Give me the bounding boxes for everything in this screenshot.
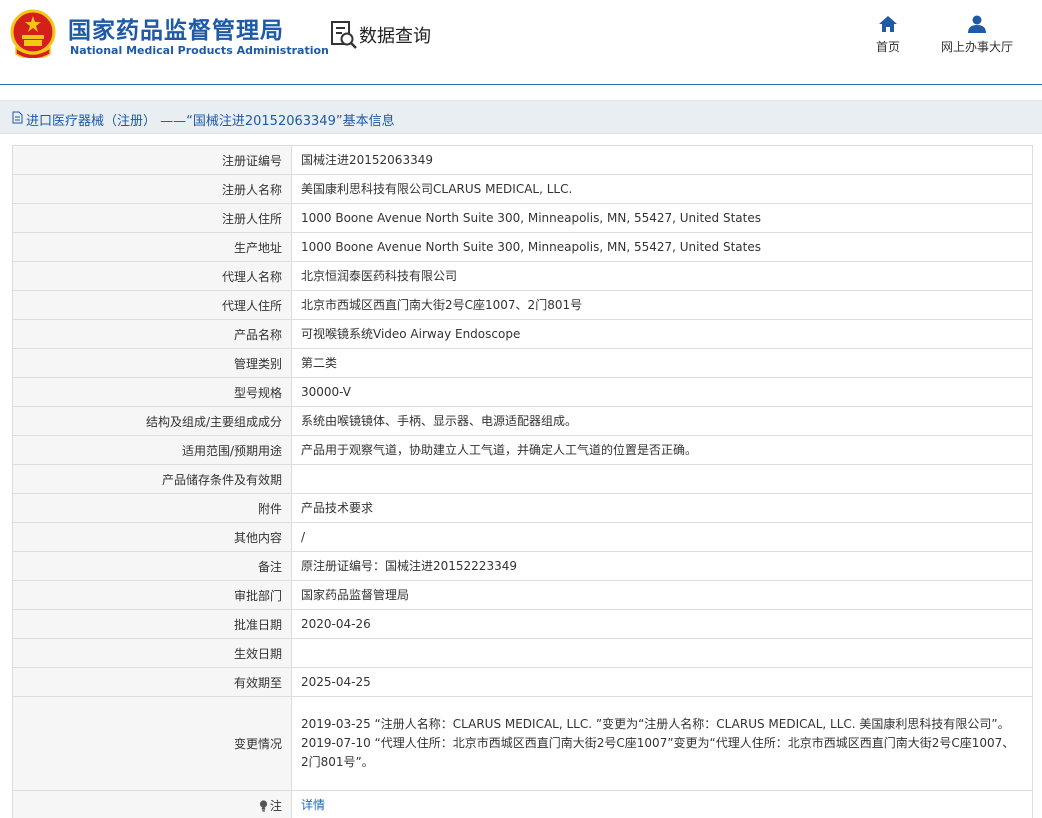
site-logo-subtitle: National Medical Products Administration bbox=[70, 44, 329, 57]
national-emblem-icon bbox=[10, 9, 56, 58]
page-title-bar: 进口医疗器械（注册） ——“国械注进20152063349”基本信息 bbox=[0, 100, 1042, 134]
field-13-label: 其他内容 bbox=[12, 522, 292, 552]
data-query-icon bbox=[331, 21, 357, 49]
nav-home-label: 首页 bbox=[875, 40, 900, 54]
table-row: 产品储存条件及有效期 bbox=[12, 464, 1033, 494]
table-row: 注册人名称 美国康利思科技有限公司CLARUS MEDICAL, LLC. bbox=[12, 174, 1033, 204]
field-10-label: 适用范围/预期用途 bbox=[12, 435, 292, 465]
field-3-label: 生产地址 bbox=[12, 232, 292, 262]
device-info-table: 注册证编号 国械注进20152063349 注册人名称 美国康利思科技有限公司CLAR… bbox=[12, 145, 1033, 818]
field-3-value: 1000 Boone Avenue North Suite 300, Minne… bbox=[291, 232, 1033, 262]
field-8-value: 30000-V bbox=[291, 377, 1033, 407]
field-0-value: 国械注进20152063349 bbox=[291, 145, 1033, 175]
field-12-value: 产品技术要求 bbox=[291, 493, 1033, 523]
table-row: 代理人住所 北京市西城区西直门南大街2号C座1007、2门801号 bbox=[12, 290, 1033, 320]
table-row: 生产地址 1000 Boone Avenue North Suite 300, M… bbox=[12, 232, 1033, 262]
table-row: 代理人名称 北京恒润泰医药科技有限公司 bbox=[12, 261, 1033, 291]
field-16-value: 2020-04-26 bbox=[291, 609, 1033, 639]
table-row: 生效日期 bbox=[12, 638, 1033, 668]
field-5-value: 北京市西城区西直门南大街2号C座1007、2门801号 bbox=[291, 290, 1033, 320]
header-divider bbox=[0, 84, 1042, 85]
table-row: 型号规格 30000-V bbox=[12, 377, 1033, 407]
table-row: 结构及组成/主要组成成分 系统由喉镜镜体、手柄、显示器、电源适配器组成。 bbox=[12, 406, 1033, 436]
field-1-value: 美国康利思科技有限公司CLARUS MEDICAL, LLC. bbox=[291, 174, 1033, 204]
field-17-value bbox=[291, 638, 1033, 668]
field-4-value: 北京恒润泰医药科技有限公司 bbox=[291, 261, 1033, 291]
field-6-value: 可视喉镜系统Video Airway Endoscope bbox=[291, 319, 1033, 349]
table-row-note: 注 详情 bbox=[12, 790, 1033, 818]
field-18-label: 有效期至 bbox=[12, 667, 292, 697]
field-14-value: 原注册证编号：国械注进20152223349 bbox=[291, 551, 1033, 581]
table-row: 审批部门 国家药品监督管理局 bbox=[12, 580, 1033, 610]
field-9-value: 系统由喉镜镜体、手柄、显示器、电源适配器组成。 bbox=[291, 406, 1033, 436]
nav-online-hall-label: 网上办事大厅 bbox=[940, 40, 1013, 54]
note-label-cell: 注 bbox=[12, 790, 292, 818]
table-row: 批准日期 2020-04-26 bbox=[12, 609, 1033, 639]
field-6-label: 产品名称 bbox=[12, 319, 292, 349]
table-row: 注册人住所 1000 Boone Avenue North Suite 300, … bbox=[12, 203, 1033, 233]
table-row: 备注 原注册证编号：国械注进20152223349 bbox=[12, 551, 1033, 581]
field-15-label: 审批部门 bbox=[12, 580, 292, 610]
field-9-label: 结构及组成/主要组成成分 bbox=[12, 406, 292, 436]
field-2-value: 1000 Boone Avenue North Suite 300, Minne… bbox=[291, 203, 1033, 233]
table-row: 注册证编号 国械注进20152063349 bbox=[12, 145, 1033, 175]
field-7-label: 管理类别 bbox=[12, 348, 292, 378]
field-13-value: / bbox=[291, 522, 1033, 552]
field-4-label: 代理人名称 bbox=[12, 261, 292, 291]
field-7-value: 第二类 bbox=[291, 348, 1033, 378]
change-entry: 2019-03-25 “注册人名称：CLARUS MEDICAL, LLC. ”… bbox=[301, 717, 1010, 731]
field-16-label: 批准日期 bbox=[12, 609, 292, 639]
home-icon bbox=[879, 16, 897, 32]
document-icon bbox=[12, 111, 23, 124]
field-11-label: 产品储存条件及有效期 bbox=[12, 464, 292, 494]
field-0-label: 注册证编号 bbox=[12, 145, 292, 175]
table-row: 管理类别 第二类 bbox=[12, 348, 1033, 378]
user-icon bbox=[968, 15, 986, 33]
lightbulb-icon bbox=[259, 799, 268, 812]
field-14-label: 备注 bbox=[12, 551, 292, 581]
field-8-label: 型号规格 bbox=[12, 377, 292, 407]
table-row: 其他内容 / bbox=[12, 522, 1033, 552]
page-title: 进口医疗器械（注册） ——“国械注进20152063349”基本信息 bbox=[26, 114, 395, 129]
field-1-label: 注册人名称 bbox=[12, 174, 292, 204]
nav-online-hall-link[interactable]: 网上办事大厅 bbox=[934, 14, 1020, 62]
table-row: 有效期至 2025-04-25 bbox=[12, 667, 1033, 697]
table-row: 附件 产品技术要求 bbox=[12, 493, 1033, 523]
data-query-label: 数据查询 bbox=[359, 26, 431, 47]
field-15-value: 国家药品监督管理局 bbox=[291, 580, 1033, 610]
nav-home-link[interactable]: 首页 bbox=[866, 14, 910, 62]
field-17-label: 生效日期 bbox=[12, 638, 292, 668]
field-12-label: 附件 bbox=[12, 493, 292, 523]
change-entry: 2019-07-10 “代理人住所：北京市西城区西直门南大街2号C座1007”变… bbox=[301, 736, 1015, 769]
field-11-value bbox=[291, 464, 1033, 494]
field-10-value: 产品用于观察气道，协助建立人工气道，并确定人工气道的位置是否正确。 bbox=[291, 435, 1033, 465]
note-label: 注 bbox=[269, 798, 282, 813]
note-value-cell: 详情 bbox=[291, 790, 1033, 818]
details-link[interactable]: 详情 bbox=[301, 798, 325, 812]
changes-label: 变更情况 bbox=[12, 696, 292, 791]
site-header: 国家药品监督管理局 National Medical Products Admi… bbox=[0, 0, 1042, 85]
table-row-changes: 变更情况 2019-03-25 “注册人名称：CLARUS MEDICAL, LL… bbox=[12, 696, 1033, 791]
field-18-value: 2025-04-25 bbox=[291, 667, 1033, 697]
field-2-label: 注册人住所 bbox=[12, 203, 292, 233]
site-logo-title: 国家药品监督管理局 bbox=[68, 18, 284, 44]
field-5-label: 代理人住所 bbox=[12, 290, 292, 320]
changes-value: 2019-03-25 “注册人名称：CLARUS MEDICAL, LLC. ”… bbox=[291, 696, 1033, 791]
table-row: 适用范围/预期用途 产品用于观察气道，协助建立人工气道，并确定人工气道的位置是否正… bbox=[12, 435, 1033, 465]
table-row: 产品名称 可视喉镜系统Video Airway Endoscope bbox=[12, 319, 1033, 349]
